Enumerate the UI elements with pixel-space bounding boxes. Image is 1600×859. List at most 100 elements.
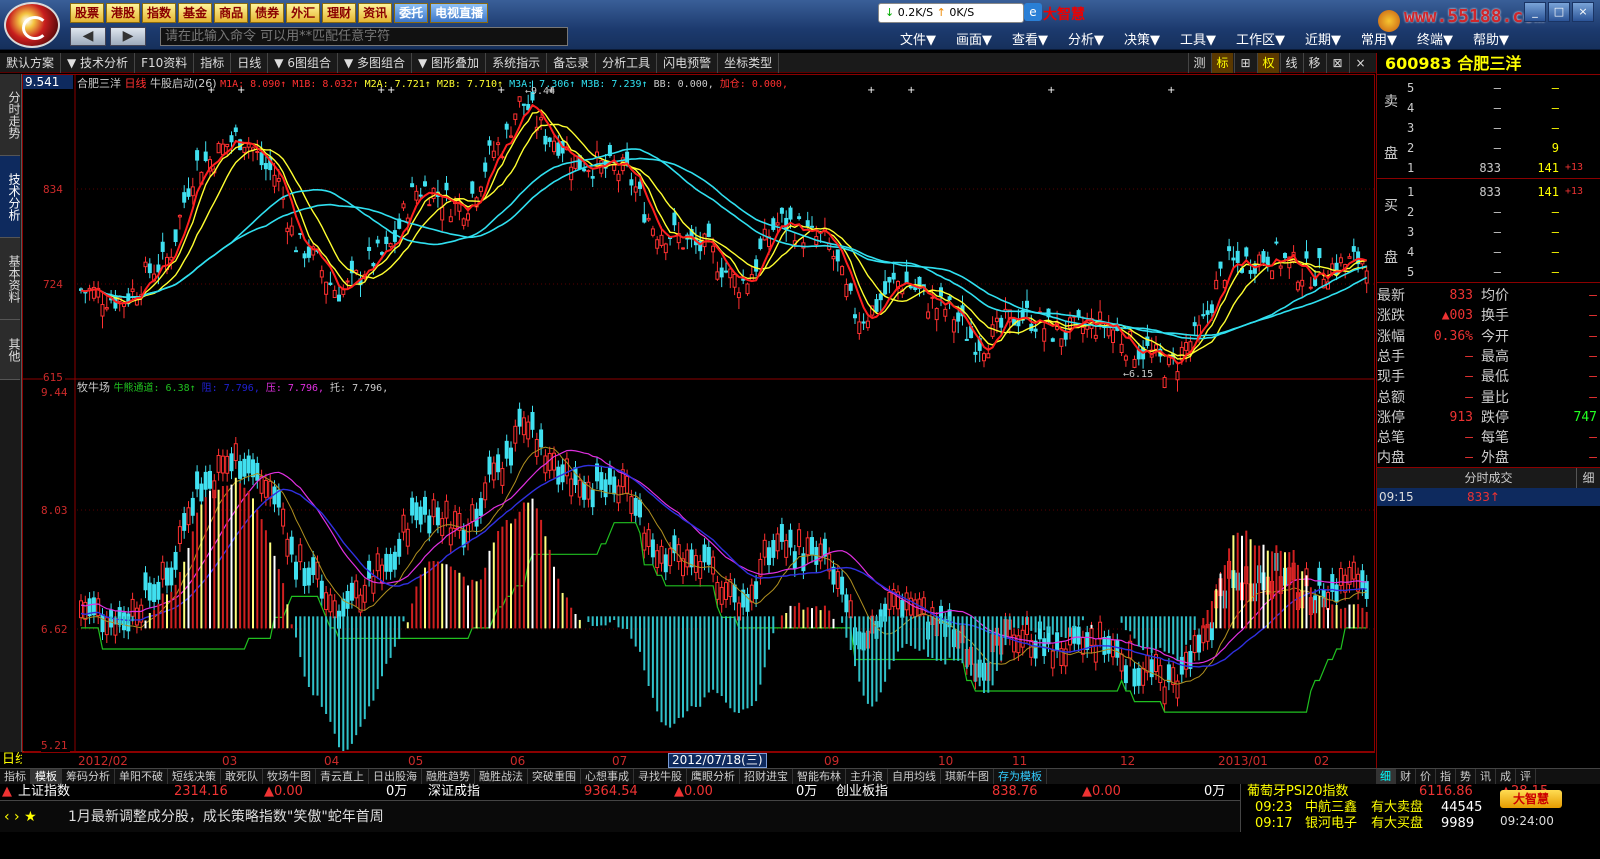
template-tab-1[interactable]: 指标	[0, 769, 31, 785]
template-tab-13[interactable]: 心想事成	[581, 769, 634, 785]
template-tab-20[interactable]: 琪新牛图	[941, 769, 994, 785]
right-tab-1[interactable]: 细	[1376, 769, 1396, 785]
nav-7-button[interactable]: 外汇	[286, 3, 321, 23]
menu-item-6[interactable]: 工具▼	[1180, 29, 1216, 48]
toolbar-item-8[interactable]: ▼ 图形叠加	[412, 53, 487, 73]
buy_orders-level-row[interactable]: 2 – –	[1407, 202, 1599, 222]
alert-s[interactable]: 中航三鑫	[1305, 800, 1357, 816]
toolbar-item-1[interactable]: 默认方案	[0, 53, 62, 73]
toolbar-item-10[interactable]: 备忘录	[547, 53, 597, 73]
menu-item-3[interactable]: 查看▼	[1012, 29, 1048, 48]
menu-item-9[interactable]: 常用▼	[1361, 29, 1397, 48]
index-name[interactable]: 上证指数	[18, 784, 70, 800]
index-name[interactable]: 深证成指	[428, 784, 480, 800]
toolbar-item-4[interactable]: 指标	[194, 53, 232, 73]
toolbar-tool-5[interactable]: 线	[1280, 53, 1302, 73]
vtab-1[interactable]: 分时走势	[0, 74, 21, 156]
template-tab-15[interactable]: 鹰眼分析	[687, 769, 740, 785]
sell_orders-level-row[interactable]: 5 – –	[1407, 78, 1599, 98]
sell_orders-level-row[interactable]: 4 – –	[1407, 98, 1599, 118]
nav-8-button[interactable]: 理财	[322, 3, 357, 23]
menu-item-11[interactable]: 帮助▼	[1473, 29, 1509, 48]
vtab-3[interactable]: 基本资料	[0, 238, 21, 320]
toolbar-tool-3[interactable]: ⊞	[1234, 53, 1256, 73]
toolbar-item-7[interactable]: ▼ 多图组合	[338, 53, 413, 73]
buy_orders-level-row[interactable]: 5 – –	[1407, 262, 1599, 282]
template-tab-16[interactable]: 招财进宝	[740, 769, 793, 785]
nav-10-button[interactable]: 委托	[394, 3, 429, 23]
right-tab-3[interactable]: 价	[1416, 769, 1436, 785]
sell_orders-level-row[interactable]: 3 – –	[1407, 118, 1599, 138]
sell_orders-level-row[interactable]: 2 – 9	[1407, 138, 1599, 158]
template-tab-2[interactable]: 模板	[31, 769, 62, 785]
template-tab-12[interactable]: 突破重围	[528, 769, 581, 785]
close-icon[interactable]: ×	[1572, 2, 1594, 22]
nav-11-button[interactable]: 电视直播	[430, 3, 489, 23]
right-tab-8[interactable]: 评	[1516, 769, 1536, 785]
sell_orders-level-row[interactable]: 1 833 141 +13	[1407, 158, 1599, 178]
toolbar-item-3[interactable]: F10资料	[135, 53, 195, 73]
buy_orders-level-row[interactable]: 1 833 141 +13	[1407, 182, 1599, 202]
nav-9-button[interactable]: 资讯	[358, 3, 393, 23]
template-tab-3[interactable]: 筹码分析	[62, 769, 115, 785]
right-tab-5[interactable]: 势	[1456, 769, 1476, 785]
news-nav-icons[interactable]: ‹ › ★	[4, 801, 37, 833]
template-tab-10[interactable]: 融胜趋势	[422, 769, 475, 785]
browser-icon[interactable]: e	[1024, 3, 1042, 21]
menu-item-8[interactable]: 近期▼	[1305, 29, 1341, 48]
menu-item-10[interactable]: 终端▼	[1417, 29, 1453, 48]
toolbar-tool-8[interactable]: ×	[1349, 53, 1371, 73]
template-tab-11[interactable]: 融胜战法	[475, 769, 528, 785]
menu-item-4[interactable]: 分析▼	[1068, 29, 1104, 48]
nav-6-button[interactable]: 债券	[250, 3, 285, 23]
template-tab-14[interactable]: 寻找牛股	[634, 769, 687, 785]
command-input[interactable]: 请在此输入命令 可以用**匹配任意字符	[160, 27, 568, 46]
toolbar-tool-2[interactable]: 标	[1211, 53, 1233, 73]
vtab-4[interactable]: 其他	[0, 320, 21, 380]
toolbar-tool-1[interactable]: 测	[1188, 53, 1210, 73]
forward-arrow-icon[interactable]: ▶	[110, 27, 146, 46]
right-tab-7[interactable]: 成	[1496, 769, 1516, 785]
nav-3-button[interactable]: 指数	[142, 3, 177, 23]
vtab-2[interactable]: 技术分析	[0, 156, 21, 238]
toolbar-item-13[interactable]: 坐标类型	[718, 53, 780, 73]
template-tab-5[interactable]: 短线决策	[168, 769, 221, 785]
kline-chart[interactable]: + + + + + + + + + + ←9.44 ←6.15 9.541 合肥三洋 日线 牛股启动(…	[22, 74, 1375, 752]
nav-1-button[interactable]: 股票	[70, 3, 105, 23]
nav-2-button[interactable]: 港股	[106, 3, 141, 23]
news-ticker[interactable]: ‹ › ★ 1月最新调整成分股，成长策略指数"笑傲"蛇年首周	[0, 800, 1240, 832]
right-tab-4[interactable]: 指	[1436, 769, 1456, 785]
toolbar-tool-4[interactable]: 权	[1257, 53, 1279, 73]
toolbar-item-6[interactable]: ▼ 6图组合	[268, 53, 338, 73]
nav-5-button[interactable]: 商品	[214, 3, 249, 23]
toolbar-tool-6[interactable]: 移	[1303, 53, 1325, 73]
template-tab-6[interactable]: 敢死队	[221, 769, 263, 785]
right-tab-2[interactable]: 财	[1396, 769, 1416, 785]
template-tab-9[interactable]: 日出股海	[369, 769, 422, 785]
tick-trade-row[interactable]: 09:15 833↑	[1377, 488, 1600, 506]
menu-item-2[interactable]: 画面▼	[956, 29, 992, 48]
template-tab-21[interactable]: 存为模板	[994, 769, 1047, 785]
template-tab-7[interactable]: 牧场牛图	[263, 769, 316, 785]
minimize-icon[interactable]: _	[1524, 2, 1546, 22]
dzh-badge[interactable]: 大智慧	[1500, 790, 1562, 808]
index-name[interactable]: 创业板指	[836, 784, 888, 800]
toolbar-item-12[interactable]: 闪电预警	[657, 53, 719, 73]
menu-item-5[interactable]: 决策▼	[1124, 29, 1160, 48]
template-tab-17[interactable]: 智能布林	[793, 769, 846, 785]
template-tab-8[interactable]: 青云直上	[316, 769, 369, 785]
template-tab-4[interactable]: 单阳不破	[115, 769, 168, 785]
right-tab-6[interactable]: 讯	[1476, 769, 1496, 785]
toolbar-item-5[interactable]: 日线	[231, 53, 269, 73]
maximize-icon[interactable]: □	[1548, 2, 1570, 22]
toolbar-item-11[interactable]: 分析工具	[596, 53, 658, 73]
toolbar-item-2[interactable]: ▼ 技术分析	[61, 53, 136, 73]
back-arrow-icon[interactable]: ◀	[70, 27, 106, 46]
tick-detail-button[interactable]: 细	[1576, 468, 1600, 488]
menu-item-1[interactable]: 文件▼	[900, 29, 936, 48]
news-headline[interactable]: 1月最新调整成分股，成长策略指数"笑傲"蛇年首周	[68, 801, 384, 833]
toolbar-item-9[interactable]: 系统指示	[486, 53, 548, 73]
buy_orders-level-row[interactable]: 4 – –	[1407, 242, 1599, 262]
nav-4-button[interactable]: 基金	[178, 3, 213, 23]
template-tab-19[interactable]: 自用均线	[888, 769, 941, 785]
